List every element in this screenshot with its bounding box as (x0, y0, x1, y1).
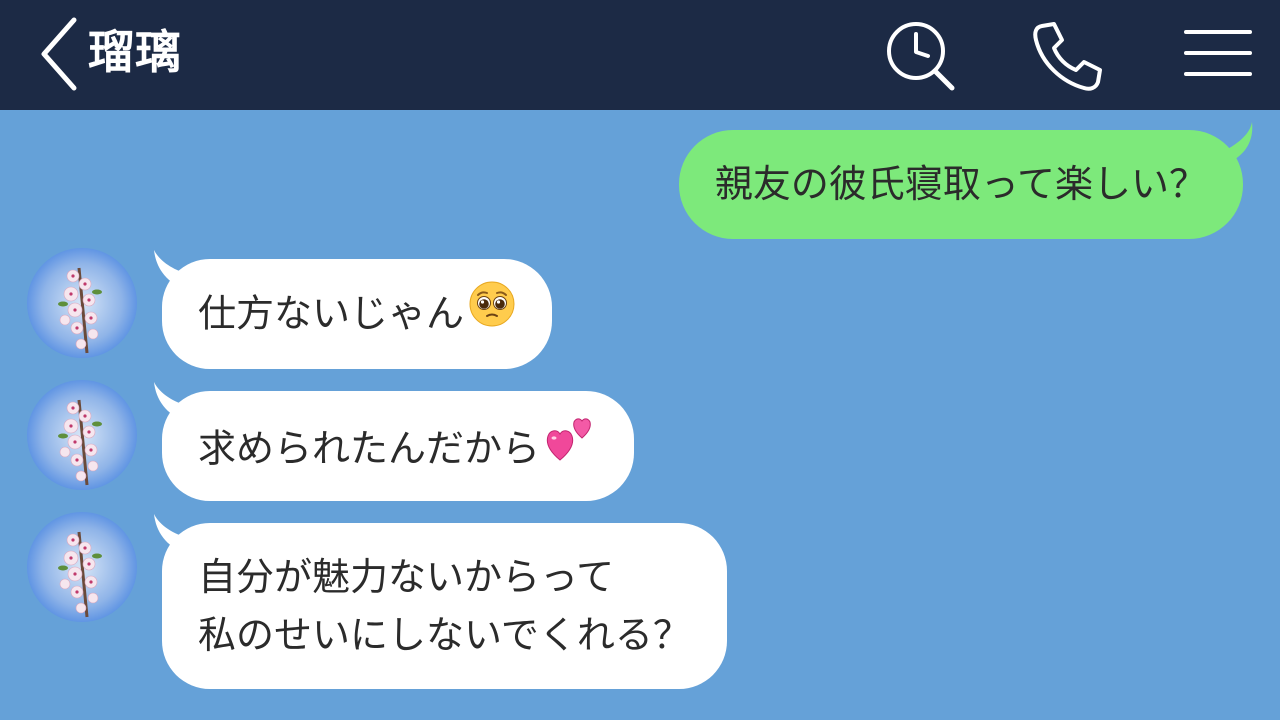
message-bubble-incoming[interactable]: 自分が魅力ないからって 私のせいにしないでくれる？ (162, 523, 727, 689)
message-text: 求められたんだから (198, 426, 541, 471)
back-button[interactable] (34, 14, 84, 94)
cherry-blossom-avatar-image (27, 380, 137, 490)
hamburger-menu-icon (1184, 30, 1252, 76)
contact-avatar[interactable] (27, 380, 137, 490)
message-bubble-outgoing[interactable]: 親友の彼氏寝取って楽しい？ (678, 130, 1243, 239)
message-bubble-incoming[interactable]: 求められたんだから (162, 391, 635, 501)
phone-icon (1033, 22, 1102, 91)
search-button[interactable] (882, 18, 958, 94)
chevron-left-icon (41, 17, 77, 91)
message-text: 親友の彼氏寝取って楽しい？ (714, 162, 1207, 206)
contact-avatar[interactable] (27, 512, 137, 622)
message-text-line: 自分が魅力ないからって (198, 555, 615, 599)
contact-avatar[interactable] (27, 248, 137, 358)
message-row-incoming: 求められたんだから (0, 380, 1280, 505)
message-bubble-incoming[interactable]: 仕方ないじゃん (162, 259, 553, 369)
cherry-blossom-avatar-image (27, 512, 137, 622)
message-row-incoming: 仕方ないじゃん (0, 248, 1280, 373)
cherry-blossom-avatar-image (27, 248, 137, 358)
menu-button[interactable] (1180, 18, 1256, 94)
message-row-outgoing: 親友の彼氏寝取って楽しい？ (0, 120, 1280, 245)
message-text: 仕方ないじゃん (198, 291, 465, 336)
two-hearts-emoji (544, 412, 598, 482)
chat-header: 瑠璃 (0, 0, 1280, 110)
message-row-incoming: 自分が魅力ないからって 私のせいにしないでくれる？ (0, 512, 1280, 702)
clock-search-icon (887, 22, 955, 91)
pleading-face-emoji (468, 280, 516, 344)
call-button[interactable] (1028, 18, 1104, 94)
message-text-line: 私のせいにしないでくれる？ (198, 613, 691, 657)
chat-screen: 瑠璃 親友の彼氏寝取って楽しい？ 仕方ないじゃん 求められたんだから 自分が魅力… (0, 0, 1280, 720)
contact-name: 瑠璃 (88, 25, 182, 79)
